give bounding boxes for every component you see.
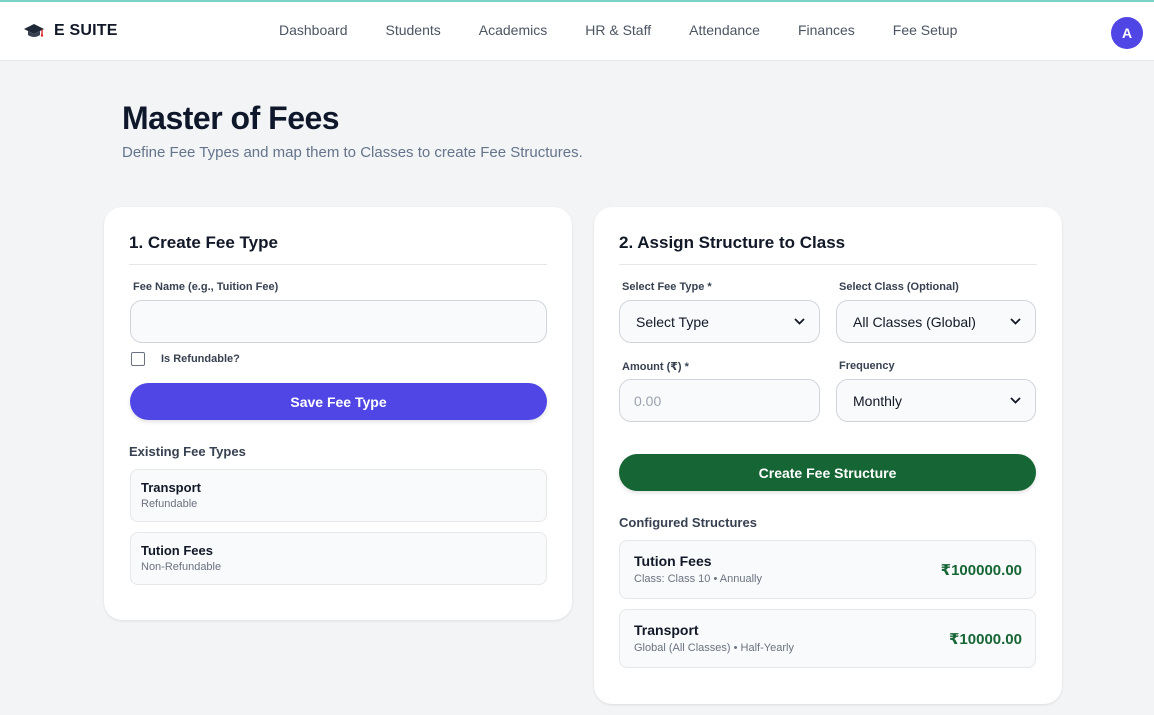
- assign-structure-card: 2. Assign Structure to Class Select Fee …: [594, 207, 1062, 704]
- fee-name-label: Fee Name (e.g., Tuition Fee): [133, 281, 279, 293]
- fee-type-select-value: Select Type: [636, 313, 709, 330]
- structure-name: Tution Fees: [634, 553, 712, 569]
- create-fee-type-heading: 1. Create Fee Type: [129, 233, 547, 265]
- structure-details: Global (All Classes) • Half-Yearly: [634, 642, 794, 654]
- amount-label: Amount (₹) *: [622, 361, 689, 373]
- table-row[interactable]: Tution Fees Class: Class 10 • Annually ₹…: [619, 540, 1036, 599]
- page-subtitle: Define Fee Types and map them to Classes…: [122, 144, 583, 161]
- nav-students[interactable]: Students: [386, 22, 441, 38]
- assign-structure-heading: 2. Assign Structure to Class: [619, 233, 1037, 265]
- brand-name: E SUITE: [54, 22, 118, 39]
- create-fee-type-card: 1. Create Fee Type Fee Name (e.g., Tuiti…: [104, 207, 572, 620]
- page-title: Master of Fees: [122, 100, 340, 136]
- structure-amount: ₹100000.00: [940, 562, 1022, 579]
- list-item[interactable]: Tution Fees Non-Refundable: [130, 532, 547, 585]
- fee-type-select-label: Select Fee Type *: [622, 281, 712, 293]
- brand[interactable]: E SUITE: [24, 22, 118, 40]
- fee-name-input[interactable]: [130, 300, 547, 343]
- table-row[interactable]: Transport Global (All Classes) • Half-Ye…: [619, 609, 1036, 668]
- fee-type-name: Transport: [141, 480, 201, 495]
- frequency-label: Frequency: [839, 360, 895, 372]
- list-item[interactable]: Transport Refundable: [130, 469, 547, 522]
- class-select[interactable]: All Classes (Global): [836, 300, 1036, 343]
- main-nav: Dashboard Students Academics HR & Staff …: [279, 22, 995, 38]
- fee-type-name: Tution Fees: [141, 543, 213, 558]
- frequency-select-value: Monthly: [853, 392, 903, 409]
- nav-fee-setup[interactable]: Fee Setup: [893, 22, 958, 38]
- existing-fee-types-title: Existing Fee Types: [129, 444, 246, 459]
- create-fee-structure-button[interactable]: Create Fee Structure: [619, 454, 1036, 491]
- nav-attendance[interactable]: Attendance: [689, 22, 760, 38]
- class-select-label: Select Class (Optional): [839, 281, 959, 293]
- fee-type-status: Refundable: [141, 498, 198, 510]
- fee-type-select[interactable]: Select Type: [619, 300, 820, 343]
- structure-amount: ₹10000.00: [948, 631, 1022, 648]
- amount-input[interactable]: [619, 379, 820, 422]
- class-select-value: All Classes (Global): [853, 313, 976, 330]
- chevron-down-icon: [794, 318, 805, 325]
- refundable-label: Is Refundable?: [161, 353, 240, 365]
- graduation-cap-icon: [24, 24, 44, 37]
- user-avatar[interactable]: A: [1111, 17, 1143, 49]
- fee-type-status: Non-Refundable: [141, 561, 222, 573]
- top-navbar: E SUITE Dashboard Students Academics HR …: [0, 0, 1154, 61]
- chevron-down-icon: [1010, 318, 1021, 325]
- structure-name: Transport: [634, 622, 699, 638]
- nav-academics[interactable]: Academics: [479, 22, 547, 38]
- chevron-down-icon: [1010, 397, 1021, 404]
- frequency-select[interactable]: Monthly: [836, 379, 1036, 422]
- save-fee-type-button[interactable]: Save Fee Type: [130, 383, 547, 420]
- refundable-checkbox[interactable]: [131, 352, 145, 366]
- nav-hr-staff[interactable]: HR & Staff: [585, 22, 651, 38]
- nav-dashboard[interactable]: Dashboard: [279, 22, 348, 38]
- configured-structures-title: Configured Structures: [619, 515, 757, 530]
- nav-finances[interactable]: Finances: [798, 22, 855, 38]
- structure-details: Class: Class 10 • Annually: [634, 573, 762, 585]
